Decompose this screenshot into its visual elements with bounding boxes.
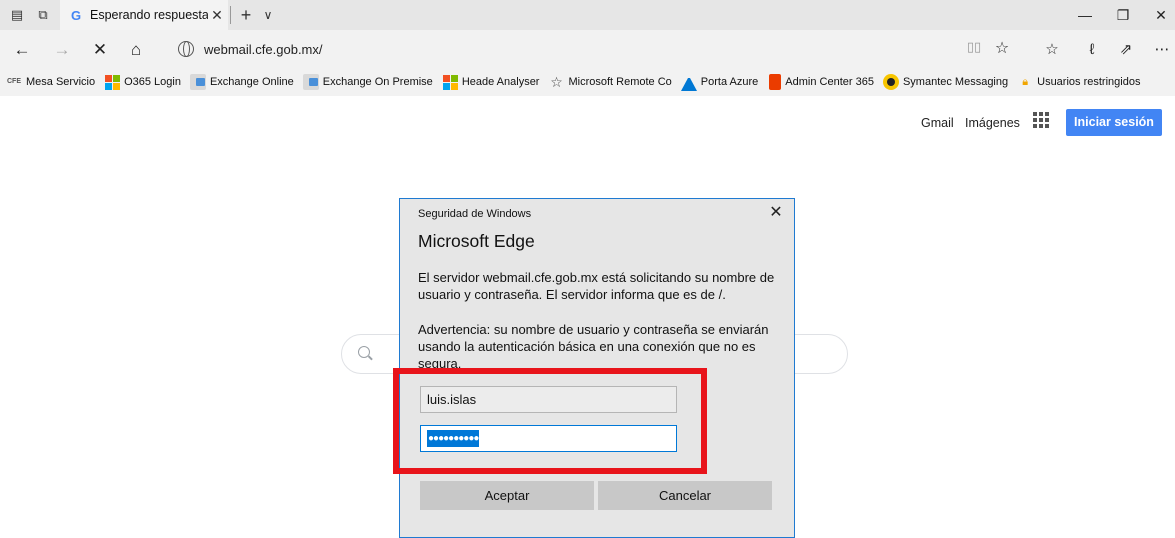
lock-icon: 🔒︎ — [1022, 76, 1029, 88]
favorite-mesa-servicio[interactable]: CFE Mesa Servicio — [6, 74, 95, 90]
set-aside-tabs-icon[interactable]: ⧉ — [34, 6, 52, 24]
microsoft-logo-icon — [104, 74, 121, 90]
microsoft-logo-icon — [442, 74, 458, 90]
tab-title: Esperando respuesta de — [90, 8, 208, 22]
highlight-box — [393, 368, 707, 474]
forward-button[interactable]: → — [50, 38, 74, 62]
dialog-warning: Advertencia: su nombre de usuario y cont… — [418, 322, 769, 369]
favorite-usuarios-restringidos[interactable]: 🔒︎ Usuarios restringidos — [1017, 74, 1140, 90]
share-icon[interactable]: ⇗ — [1114, 38, 1138, 62]
reading-view-icon[interactable]: ▯▯ — [964, 39, 984, 55]
star-icon: ☆ — [550, 74, 563, 90]
favorite-label: Admin Center 365 — [785, 76, 874, 88]
favorite-microsoft-remote[interactable]: ☆ Microsoft Remote Co — [548, 74, 672, 90]
navigation-bar: ← → ✕ ⌂ webmail.cfe.gob.mx/ ▯▯ ☆ ☆ ℓ ⇗ ⋯ — [0, 30, 1175, 68]
url-text[interactable]: webmail.cfe.gob.mx/ — [204, 42, 323, 57]
favorite-heade-analyser[interactable]: Heade Analyser — [442, 74, 540, 90]
address-bar[interactable]: webmail.cfe.gob.mx/ ▯▯ ☆ — [168, 38, 1020, 62]
favorites-list-icon[interactable]: ☆ — [1040, 38, 1064, 62]
stop-loading-button[interactable]: ✕ — [88, 38, 112, 62]
favorite-admin-center-365[interactable]: Admin Center 365 — [767, 74, 874, 90]
close-window-button[interactable]: ✕ — [1146, 4, 1175, 26]
dialog-caption: Seguridad de Windows — [418, 208, 532, 220]
tab-strip: ▤ ⧉ G Esperando respuesta de ✕ + ∨ — ❐ ✕ — [0, 0, 1175, 30]
favorites-bar: CFE Mesa Servicio O365 Login Exchange On… — [0, 68, 1175, 96]
favorite-symantec-messaging[interactable]: Symantec Messaging — [882, 74, 1009, 90]
dialog-close-icon[interactable]: ✕ — [766, 203, 786, 223]
cfe-icon: CFE — [7, 78, 21, 85]
favorite-label: Mesa Servicio — [26, 76, 96, 88]
restore-button[interactable]: ❐ — [1108, 4, 1138, 26]
favorite-label: Usuarios restringidos — [1037, 76, 1141, 88]
favorite-label: Porta Azure — [700, 76, 759, 88]
symantec-icon — [882, 74, 899, 90]
favorite-exchange-online[interactable]: Exchange Online — [189, 74, 294, 90]
tab-close-icon[interactable]: ✕ — [208, 7, 226, 24]
exchange-icon — [302, 74, 319, 90]
favorite-o365-login[interactable]: O365 Login — [104, 74, 181, 90]
favorite-label: Exchange Online — [209, 76, 294, 88]
minimize-button[interactable]: — — [1070, 4, 1100, 26]
azure-icon — [680, 75, 697, 91]
favorite-porta-azure[interactable]: Porta Azure — [680, 74, 759, 91]
favorite-label: O365 Login — [124, 76, 181, 88]
new-tab-button[interactable]: + — [236, 4, 256, 26]
dialog-title: Microsoft Edge — [418, 231, 535, 251]
cancel-button[interactable]: Cancelar — [598, 481, 772, 510]
apps-grid-icon[interactable] — [1033, 112, 1049, 128]
favorite-exchange-on-premise[interactable]: Exchange On Premise — [302, 74, 433, 90]
tab-actions-icon[interactable]: ▤ — [8, 6, 26, 24]
globe-icon — [178, 41, 194, 57]
images-link[interactable]: Imágenes — [965, 116, 1020, 130]
gmail-link[interactable]: Gmail — [921, 116, 954, 130]
more-menu-icon[interactable]: ⋯ — [1150, 38, 1174, 62]
pen-icon[interactable]: ℓ — [1080, 38, 1104, 62]
signin-button[interactable]: Iniciar sesión — [1066, 109, 1162, 136]
favorite-label: Symantec Messaging — [902, 76, 1009, 88]
favorite-label: Microsoft Remote Co — [568, 76, 672, 88]
tab-divider — [230, 6, 231, 24]
google-favicon-icon: G — [70, 7, 82, 23]
tab-active[interactable]: G Esperando respuesta de ✕ — [60, 0, 228, 30]
exchange-icon — [189, 74, 206, 90]
favorite-label: Exchange On Premise — [322, 76, 433, 88]
office-icon — [769, 74, 782, 90]
home-button[interactable]: ⌂ — [124, 38, 148, 62]
favorite-label: Heade Analyser — [461, 76, 540, 88]
accept-button[interactable]: Aceptar — [420, 481, 594, 510]
dialog-message: El servidor webmail.cfe.gob.mx está soli… — [418, 270, 775, 302]
favorite-star-icon[interactable]: ☆ — [992, 38, 1012, 58]
search-icon — [358, 346, 370, 358]
chevron-down-icon[interactable]: ∨ — [260, 4, 276, 26]
back-button[interactable]: ← — [10, 38, 34, 62]
